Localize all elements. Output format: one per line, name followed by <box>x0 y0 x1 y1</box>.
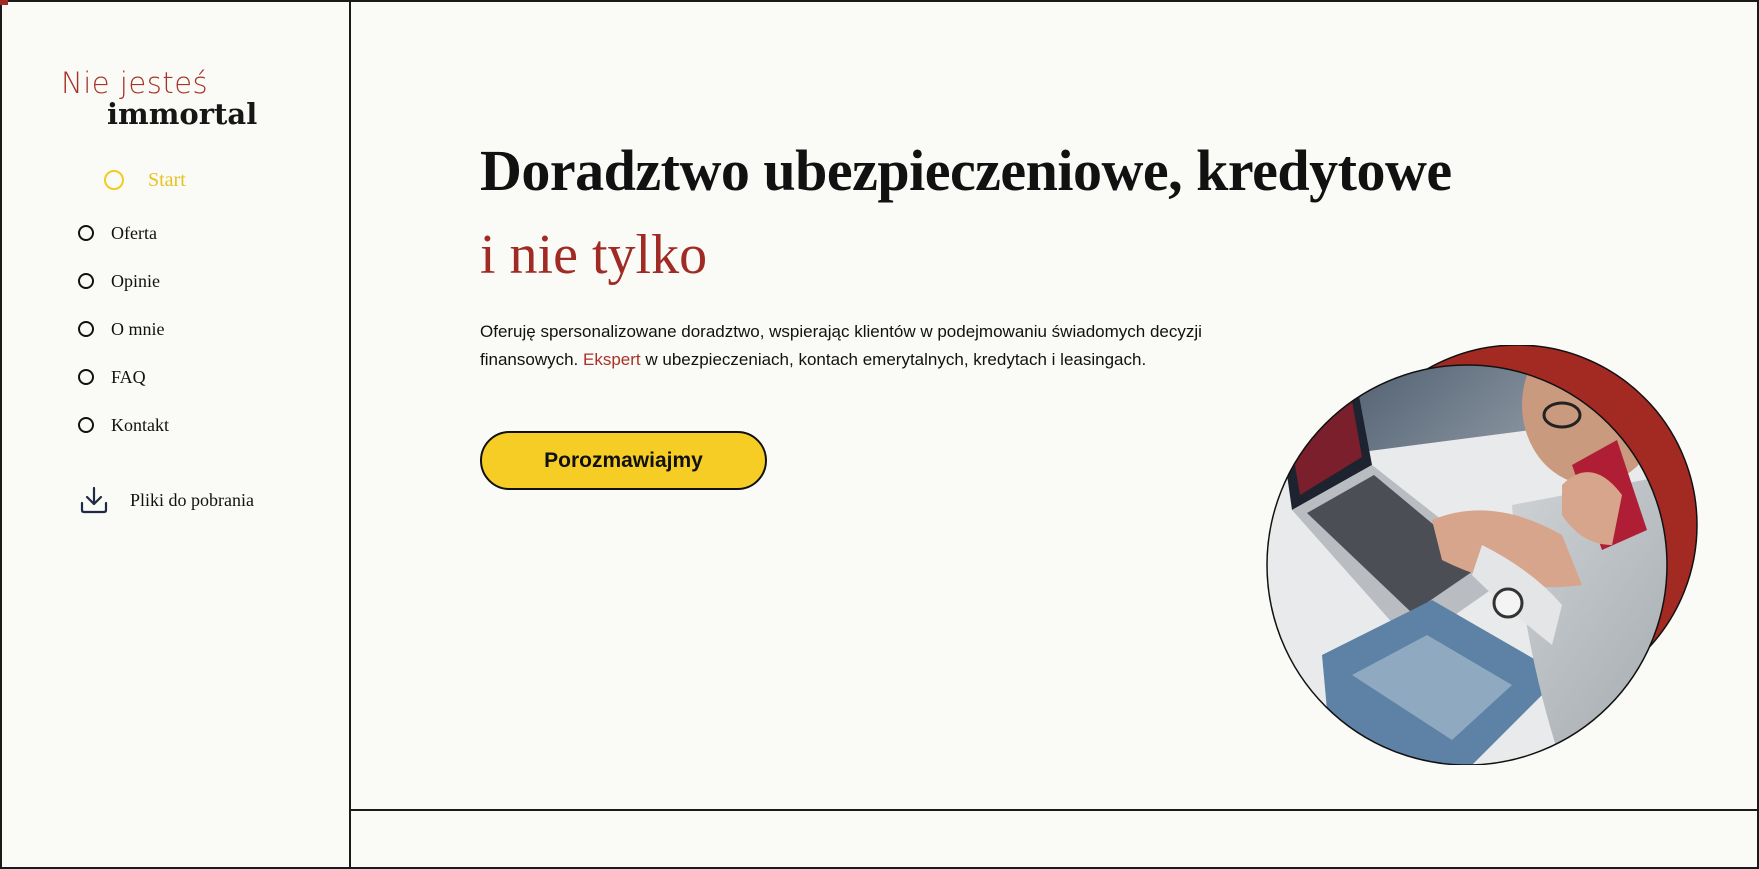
brand-logo[interactable]: Nie jesteś immortal <box>61 66 261 134</box>
nav-item-label: Opinie <box>111 270 160 291</box>
brand-line1: Nie jesteś <box>61 66 209 100</box>
download-icon <box>80 486 108 514</box>
circle-icon <box>78 273 94 289</box>
page-title-accent: i nie tylko <box>480 224 708 286</box>
nav-item-label: FAQ <box>111 366 146 387</box>
intro-text: Oferuję spersonalizowane doradztwo, wspi… <box>480 318 1240 374</box>
circle-icon <box>78 417 94 433</box>
nav-item-label: Start <box>148 168 186 191</box>
nav-item-oferta[interactable]: Oferta <box>78 218 157 248</box>
cta-button[interactable]: Porozmawiajmy <box>480 431 767 490</box>
nav-item-label: Oferta <box>111 222 157 243</box>
circle-icon <box>78 369 94 385</box>
nav-item-opinie[interactable]: Opinie <box>78 266 160 296</box>
page-title: Doradztwo ubezpieczeniowe, kredytowe <box>480 138 1452 203</box>
intro-part2: w ubezpieczeniach, kontach emerytalnych,… <box>640 350 1147 369</box>
main-content: Doradztwo ubezpieczeniowe, kredytowe i n… <box>351 2 1757 867</box>
nav-item-o-mnie[interactable]: O mnie <box>78 314 165 344</box>
nav-item-faq[interactable]: FAQ <box>78 362 146 392</box>
downloads-link[interactable]: Pliki do pobrania <box>78 482 254 518</box>
sidebar: Nie jesteś immortal Start Oferta Opinie … <box>2 2 351 867</box>
nav-item-kontakt[interactable]: Kontakt <box>78 410 169 440</box>
brand-line2: immortal <box>107 97 258 131</box>
nav-item-label: Kontakt <box>111 414 169 435</box>
nav-item-label: O mnie <box>111 318 165 339</box>
intro-accent-word: Ekspert <box>583 350 641 369</box>
downloads-label: Pliki do pobrania <box>130 489 254 510</box>
nav-item-start[interactable]: Start <box>104 165 186 195</box>
circle-icon <box>104 170 124 190</box>
section-divider <box>351 809 1757 811</box>
circle-icon <box>78 321 94 337</box>
hero-image <box>1266 345 1698 765</box>
circle-icon <box>78 225 94 241</box>
